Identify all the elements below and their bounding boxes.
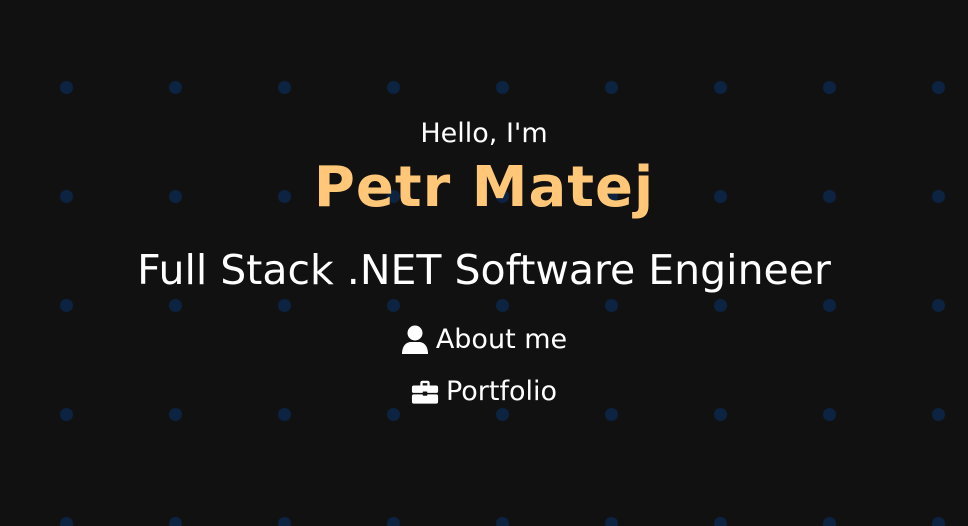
portfolio-label: Portfolio bbox=[445, 376, 558, 407]
portfolio-link[interactable]: Portfolio bbox=[0, 374, 968, 417]
name-heading: Petr Matej bbox=[313, 155, 655, 220]
page-background: Hello, I'm Petr Matej Full Stack .NET So… bbox=[0, 0, 968, 526]
about-me-link[interactable]: About me bbox=[0, 322, 968, 365]
role-title: Full Stack .NET Software Engineer bbox=[137, 246, 831, 294]
about-me-label: About me bbox=[435, 324, 568, 355]
user-icon bbox=[401, 325, 429, 355]
about-me-link-content: About me bbox=[401, 322, 567, 358]
greeting-text: Hello, I'm bbox=[420, 118, 548, 149]
briefcase-icon bbox=[411, 377, 439, 407]
portfolio-link-content: Portfolio bbox=[411, 374, 557, 410]
